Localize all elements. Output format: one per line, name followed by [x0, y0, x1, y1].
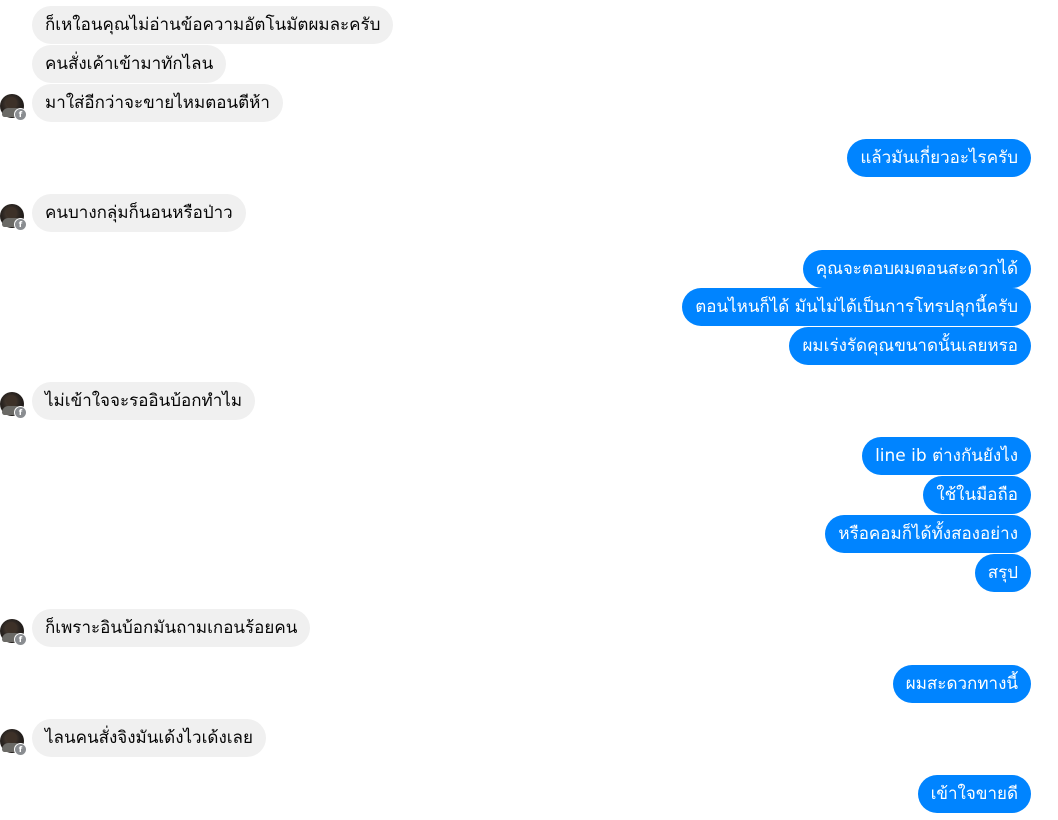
incoming-message-bubble[interactable]: ไม่เข้าใจจะรออินบ้อกทำไม [32, 382, 256, 420]
incoming-message-bubble[interactable]: มาใส่อีกว่าจะขายไหมตอนตีห้า [32, 84, 283, 122]
avatar-face [6, 97, 17, 108]
contact-avatar[interactable]: f [0, 204, 27, 231]
outgoing-message-bubble[interactable]: line ib ต่างกันยังไง [862, 437, 1031, 475]
avatar-face [6, 395, 17, 406]
avatar-face [6, 732, 17, 743]
contact-avatar[interactable]: f [0, 392, 27, 419]
incoming-message-bubble[interactable]: คนสั่งเค้าเข้ามาทักไลน [32, 45, 227, 83]
incoming-message-bubble[interactable]: ก็เพราะอินบ้อกมันถามเกอนร้อยคน [32, 609, 311, 647]
outgoing-message-bubble[interactable]: ตอนไหนก็ได้ มันไม่ได้เป็นการโทรปลุกนี้คร… [682, 288, 1031, 326]
facebook-badge-icon: f [14, 633, 27, 646]
contact-avatar[interactable]: f [0, 619, 27, 646]
facebook-badge-icon: f [14, 218, 27, 231]
outgoing-message-bubble[interactable]: เข้าใจขายดี [917, 775, 1031, 813]
contact-avatar[interactable]: f [0, 94, 27, 121]
facebook-badge-icon: f [14, 108, 27, 121]
outgoing-message-bubble[interactable]: คุณจะตอบผมตอนสะดวกได้ [802, 250, 1031, 288]
outgoing-message-bubble[interactable]: ผมเร่งรัดคุณขนาดนั้นเลยหรอ [789, 327, 1031, 365]
incoming-message-bubble[interactable]: ก็เหใอนคุณไม่อ่านข้อความอัตโนมัตผมละครับ [32, 6, 394, 44]
outgoing-message-bubble[interactable]: แล้วมันเกี่ยวอะไรครับ [847, 139, 1031, 177]
avatar-face [6, 207, 17, 218]
outgoing-message-bubble[interactable]: ใช้ในมือถือ [923, 476, 1031, 514]
chat-thread: ก็เหใอนคุณไม่อ่านข้อความอัตโนมัตผมละครับ… [0, 0, 1058, 820]
facebook-badge-icon: f [14, 743, 27, 756]
outgoing-message-bubble[interactable]: หรือคอมก็ได้ทั้งสองอย่าง [825, 515, 1031, 553]
outgoing-message-bubble[interactable]: สรุป [974, 554, 1031, 592]
incoming-message-bubble[interactable]: ไลนคนสั่งจิงมันเด้งไวเด้งเลย [32, 719, 266, 757]
outgoing-message-bubble[interactable]: ผมสะดวกทางนี้ [892, 665, 1031, 703]
incoming-message-bubble[interactable]: คนบางกลุ่มก็นอนหรือป่าว [32, 194, 246, 232]
facebook-badge-icon: f [14, 406, 27, 419]
avatar-face [6, 622, 17, 633]
contact-avatar[interactable]: f [0, 729, 27, 756]
